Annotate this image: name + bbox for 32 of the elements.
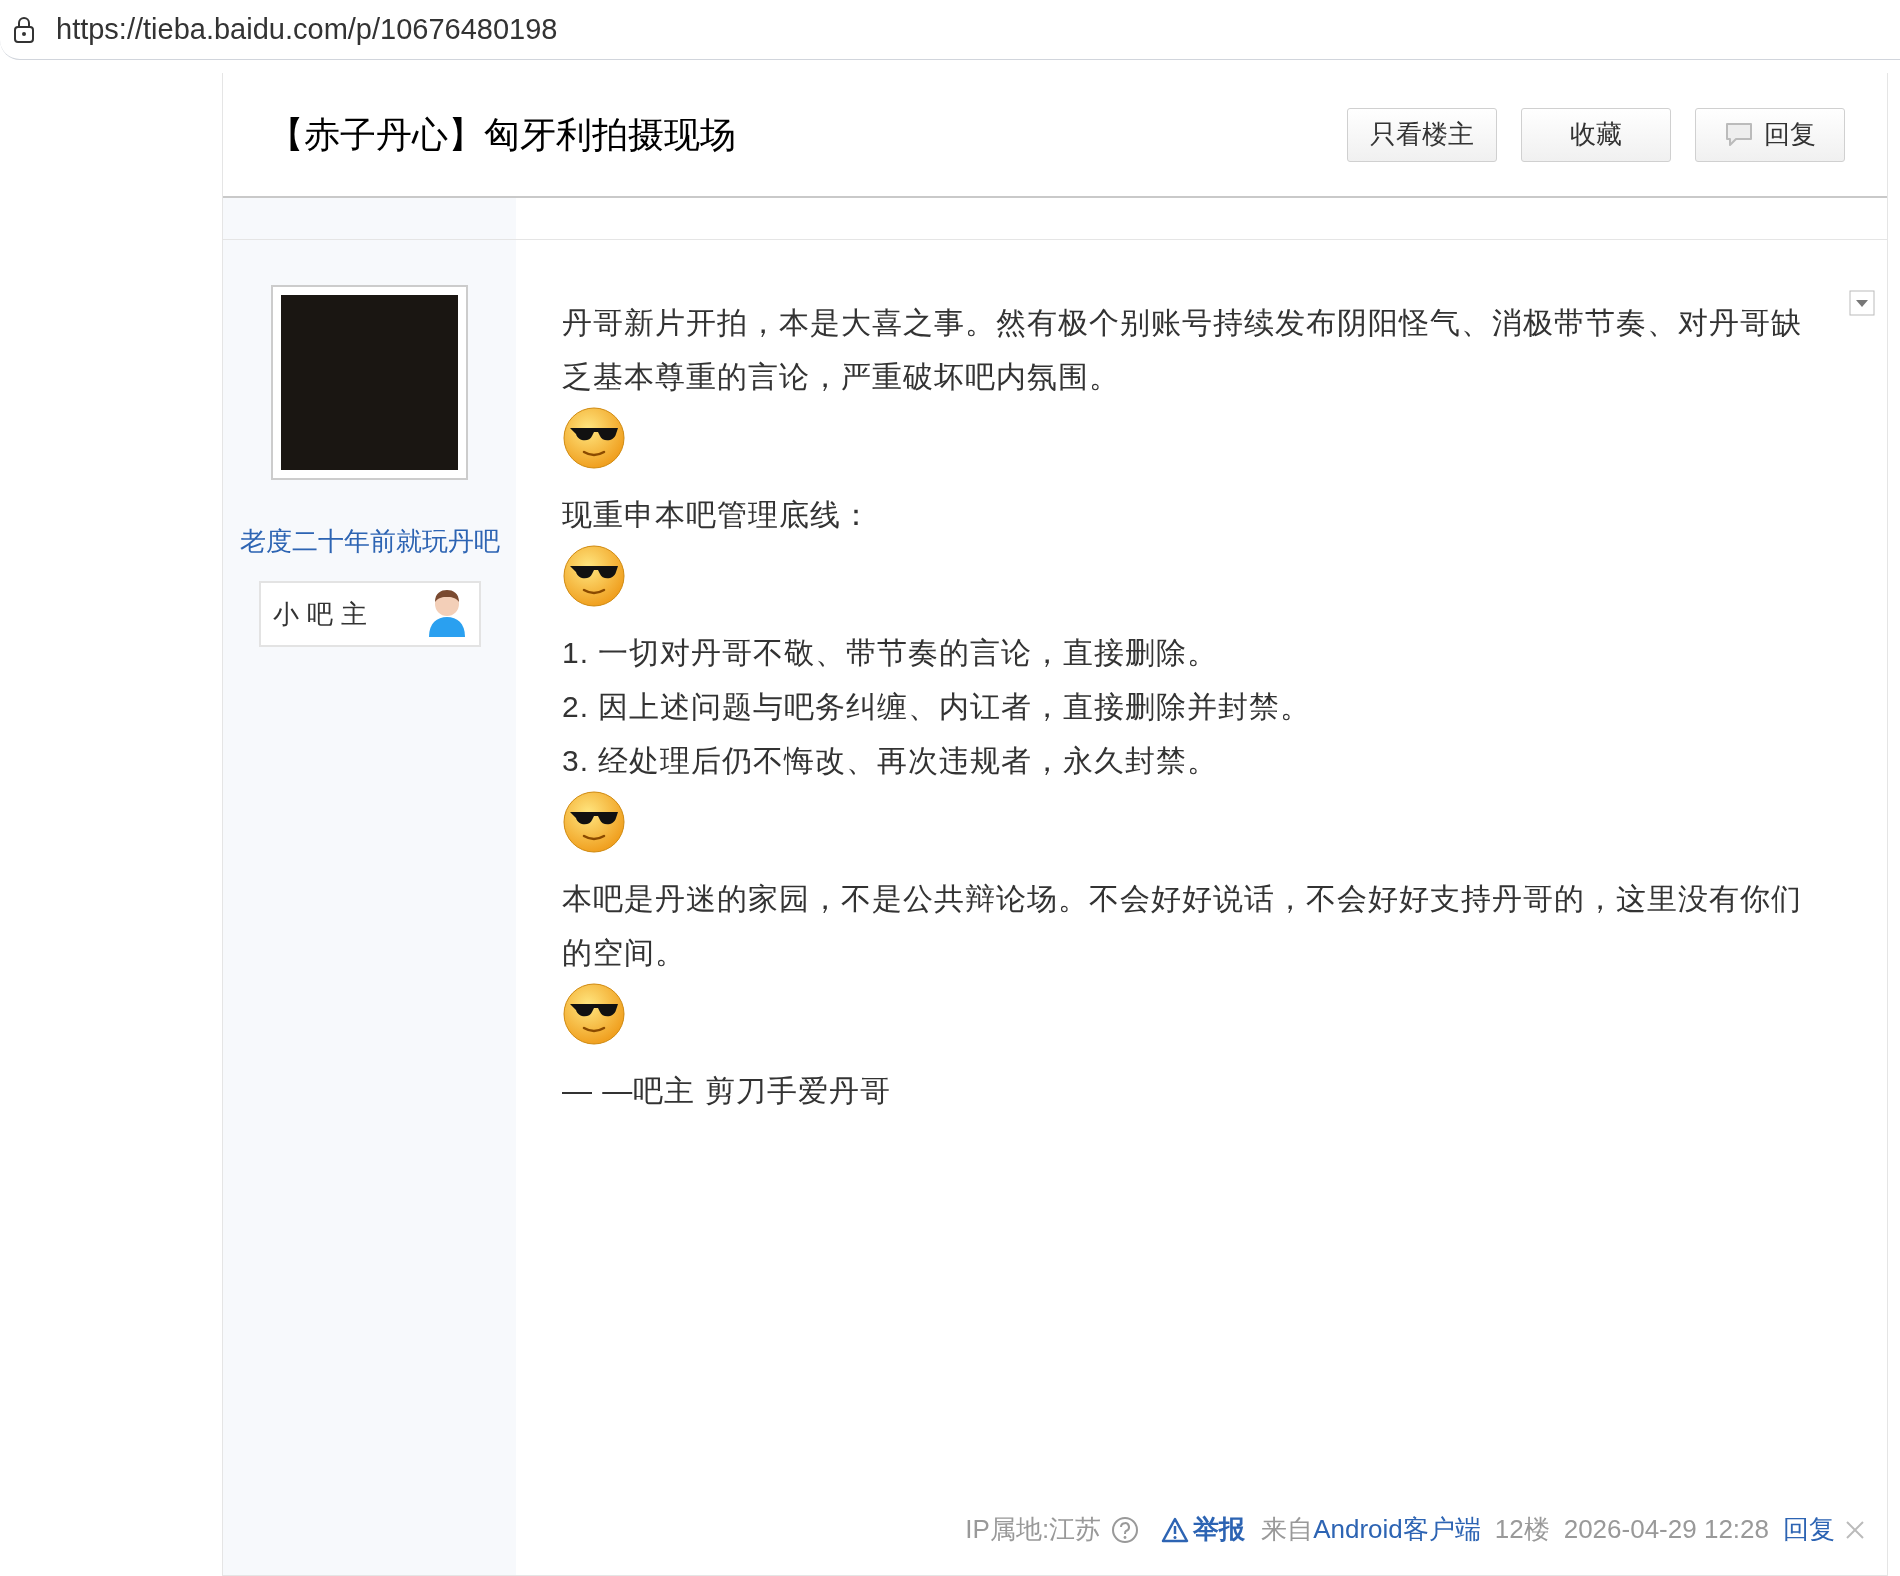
post-time: 2026-04-29 12:28 [1563, 1513, 1769, 1546]
report-link[interactable]: 举报 [1161, 1510, 1246, 1549]
sunglasses-emoji-icon [562, 790, 626, 854]
badge-text: 小 吧 主 [272, 597, 368, 631]
post-paragraph: — —吧主 剪刀手爱丹哥 [562, 1073, 892, 1109]
close-icon[interactable] [1845, 1519, 1865, 1540]
collapse-icon[interactable] [1849, 290, 1875, 316]
thread-title: 【赤子丹心】匈牙利拍摄现场 [268, 112, 736, 157]
post-paragraph: 1. 一切对丹哥不敬、带节奏的言论，直接删除。 [562, 635, 1220, 671]
post-paragraph: 本吧是丹迷的家园，不是公共辩论场。不会好好说话，不会好好支持丹哥的，这里没有你们的空间。 [562, 881, 1803, 971]
help-icon[interactable] [1111, 1515, 1140, 1544]
sunglasses-emoji-icon [562, 406, 626, 470]
warning-icon [1161, 1516, 1190, 1543]
reply-link[interactable]: 回复 [1783, 1510, 1835, 1549]
client-link[interactable]: Android客户端 [1313, 1510, 1481, 1549]
reply-button[interactable]: 回复 [1695, 107, 1845, 162]
sunglasses-emoji-icon [562, 982, 626, 1046]
post-paragraph: 丹哥新片开拍，本是大喜之事。然有极个别账号持续发布阴阳怪气、消极带节奏、对丹哥缺乏基本尊重的言论，严重破坏吧内氛围。 [562, 305, 1803, 395]
source-label: 来自 [1261, 1513, 1314, 1546]
speech-bubble-icon [1724, 121, 1754, 148]
floor-number: 12楼 [1494, 1513, 1550, 1546]
sunglasses-emoji-icon [562, 544, 626, 608]
person-icon [426, 589, 467, 639]
post-paragraph: 3. 经处理后仍不悔改、再次违规者，永久封禁。 [562, 743, 1220, 779]
url-text[interactable]: https://tieba.baidu.com/p/10676480198 [56, 7, 558, 52]
lock-icon [12, 15, 36, 44]
ip-location: IP属地:江苏 [965, 1513, 1102, 1546]
favorite-button[interactable]: 收藏 [1521, 107, 1671, 162]
author-name[interactable]: 老度二十年前就玩丹吧 [239, 522, 500, 561]
author-only-button[interactable]: 只看楼主 [1347, 107, 1497, 162]
post-paragraph: 现重申本吧管理底线： [562, 497, 873, 533]
post-paragraph: 2. 因上述问题与吧务纠缠、内讧者，直接删除并封禁。 [562, 689, 1313, 725]
